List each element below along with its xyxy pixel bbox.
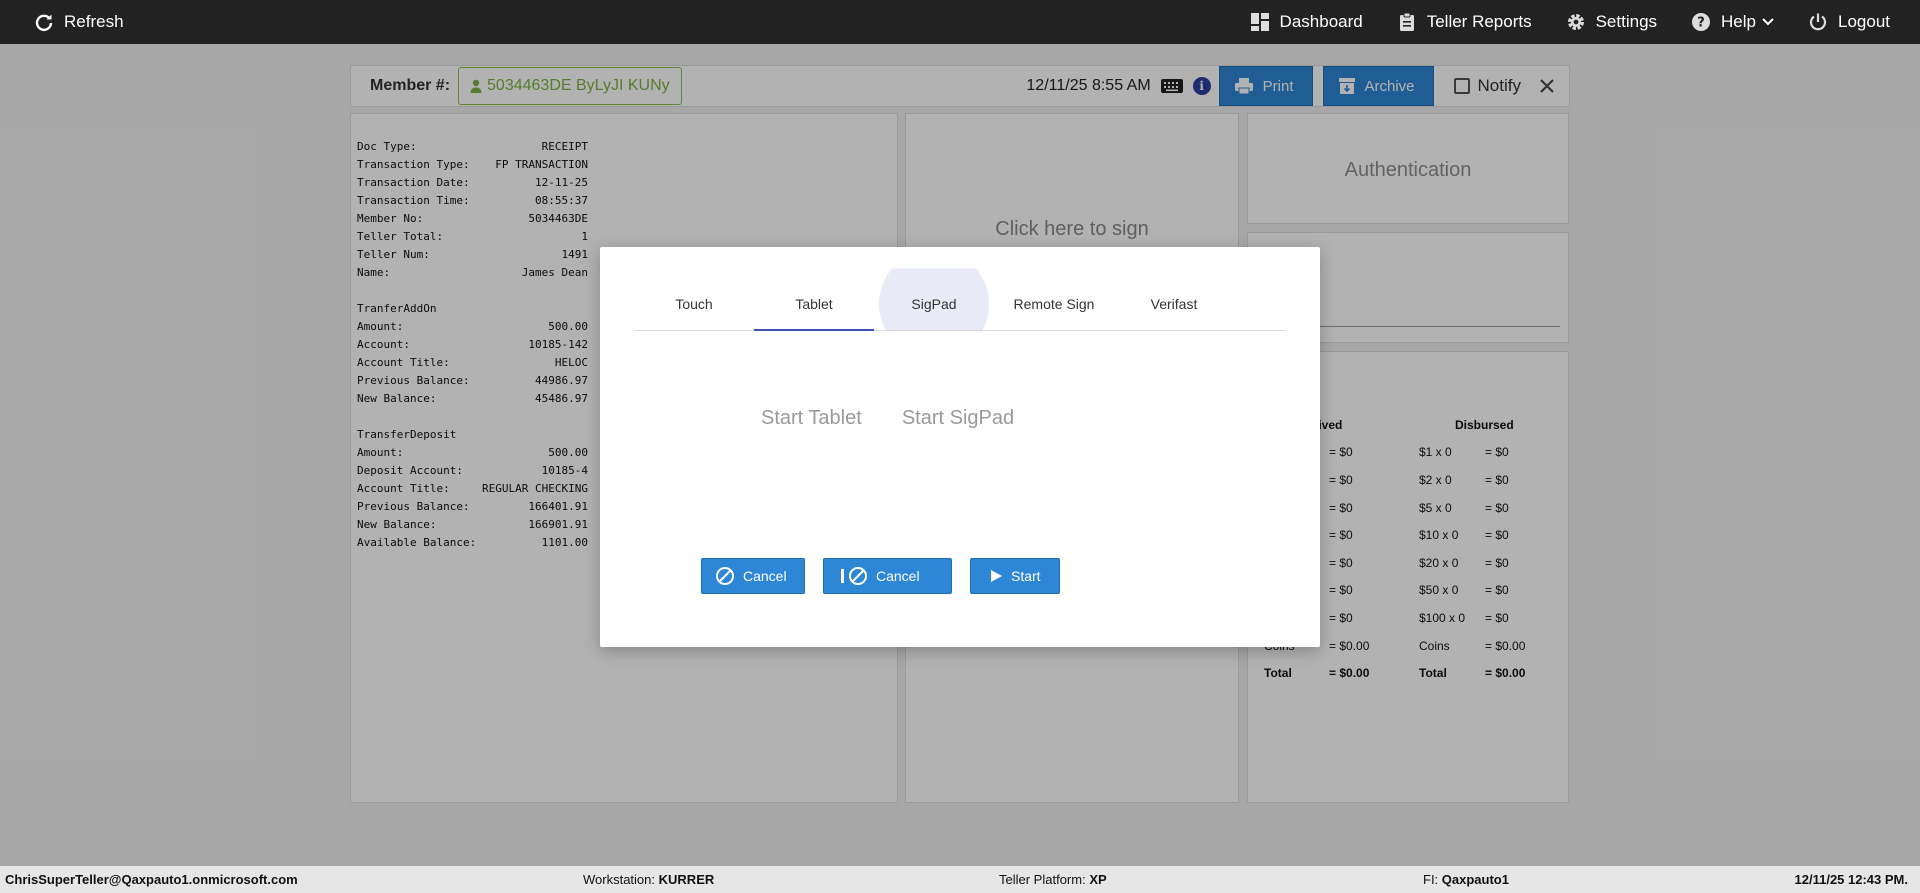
ban-icon [849,567,867,585]
tab-tablet[interactable]: Tablet [754,277,874,331]
nav-dashboard[interactable]: Dashboard [1250,12,1363,32]
nav-teller-reports[interactable]: Teller Reports [1397,12,1532,32]
chevron-down-icon [1762,18,1774,26]
power-icon [1809,13,1827,31]
start-button[interactable]: Start [970,558,1060,594]
tab-verifast-label: Verifast [1150,295,1198,312]
status-user: ChrisSuperTeller@Qaxpauto1.onmicrosoft.c… [5,872,298,887]
ban-icon [716,567,734,585]
nav-logout[interactable]: Logout [1808,12,1890,32]
cancel-label: Cancel [743,568,787,584]
refresh-label: Refresh [64,12,124,31]
status-bar: ChrisSuperTeller@Qaxpauto1.onmicrosoft.c… [0,866,1920,893]
start-label: Start [1011,568,1041,584]
question-circle-icon: ? [1692,13,1711,31]
tab-touch[interactable]: Touch [634,277,754,330]
status-workstation: Workstation: KURRER [583,872,714,887]
signature-tabs: Touch Tablet SigPad Remote Sign Verifast [634,268,1286,331]
nav-dashboard-label: Dashboard [1279,12,1363,31]
refresh-button[interactable]: Refresh [34,12,124,32]
tab-sigpad-label: SigPad [911,295,957,312]
status-fi: FI: Qaxpauto1 [1423,872,1509,887]
signature-method-dialog: Touch Tablet SigPad Remote Sign Verifast… [600,247,1320,647]
tab-touch-label: Touch [675,295,713,312]
nav-help[interactable]: ? Help [1691,12,1774,32]
start-tablet-link[interactable]: Start Tablet [761,407,862,430]
status-workstation-value: KURRER [658,872,715,887]
gear-icon [1567,13,1584,31]
nav-settings[interactable]: Settings [1566,12,1657,32]
dialog-actions: Cancel Cancel Start [701,558,1060,594]
play-icon [991,570,1002,582]
status-datetime: 12/11/25 12:43 PM. [1794,872,1908,887]
top-navbar: Refresh Dashboard Teller Reports Setting… [0,0,1920,44]
dashboard-icon [1250,13,1269,31]
tab-tablet-label: Tablet [795,295,833,312]
tab-remote-sign-label: Remote Sign [1013,295,1095,312]
status-fi-value: Qaxpauto1 [1441,872,1509,887]
status-fi-label: FI: [1423,872,1439,887]
svg-text:?: ? [1697,16,1705,31]
half-circle-icon [841,569,844,583]
refresh-icon [35,14,53,32]
cancel-button[interactable]: Cancel [701,558,805,594]
nav-settings-label: Settings [1595,12,1658,31]
start-sigpad-link[interactable]: Start SigPad [902,407,1014,430]
cancel-device-label: Cancel [876,568,920,584]
status-workstation-label: Workstation: [583,872,656,887]
tab-verifast[interactable]: Verifast [1114,277,1234,330]
main-nav: Dashboard Teller Reports Settings ? Help… [1250,0,1920,44]
nav-help-label: Help [1721,12,1756,31]
tab-remote-sign[interactable]: Remote Sign [994,277,1114,330]
clipboard-icon [1399,12,1414,31]
nav-teller-reports-label: Teller Reports [1426,12,1532,31]
status-platform-label: Teller Platform: [999,872,1086,887]
status-platform: Teller Platform: XP [999,872,1107,887]
nav-logout-label: Logout [1838,12,1890,31]
tab-sigpad[interactable]: SigPad [874,268,994,331]
cancel-device-button[interactable]: Cancel [823,558,952,594]
start-device-links: Start Tablet Start SigPad [761,407,1014,430]
status-platform-value: XP [1089,872,1107,887]
